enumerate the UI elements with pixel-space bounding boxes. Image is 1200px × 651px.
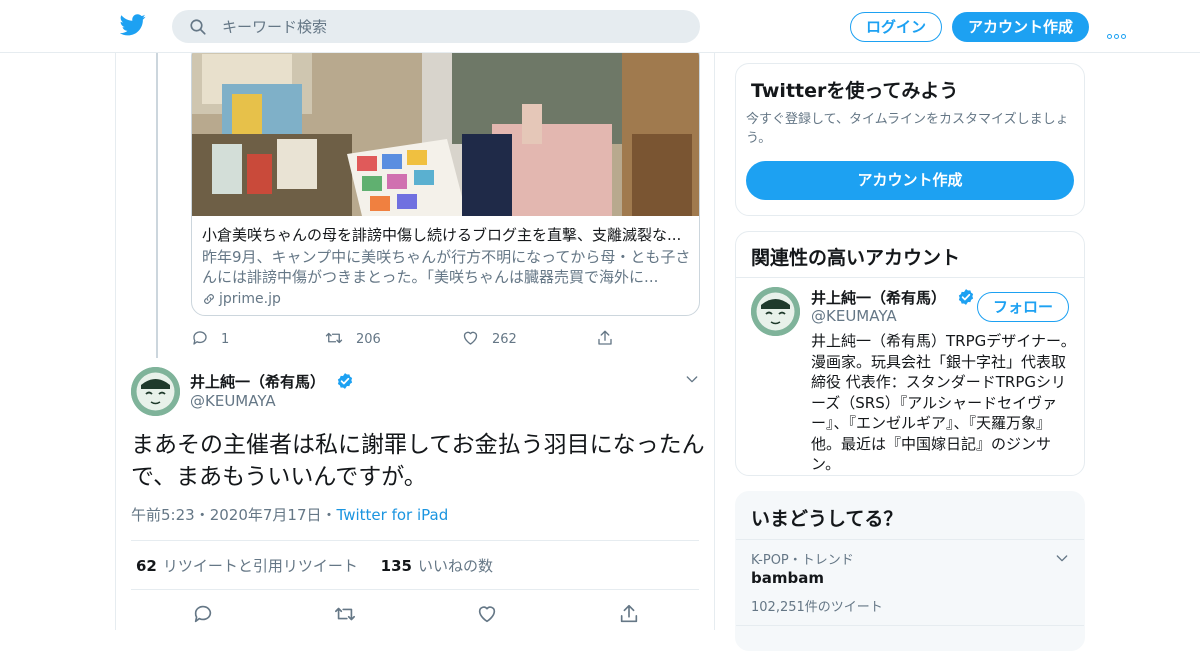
tweet-actions (116, 603, 714, 629)
signup-module: Twitterを使ってみよう 今すぐ登録して、タイムラインをカスタマイズしましょ… (735, 63, 1085, 216)
like-icon (463, 331, 478, 345)
search-input[interactable] (222, 10, 682, 43)
retweet-stats[interactable]: 62 リツイートと引用リツイート (136, 557, 358, 575)
reply-icon (193, 331, 207, 345)
signup-module-subtitle: 今すぐ登録して、タイムラインをカスタマイズしましょう。 (746, 112, 1069, 146)
card-body: 小倉美咲ちゃんの母を誹謗中傷し続けるブログ主を直撃、支離滅裂な... 昨年9月、… (202, 225, 692, 308)
avatar[interactable] (131, 367, 180, 416)
divider (131, 540, 699, 541)
related-account-bio: 井上純一（希有馬）TRPGデザイナー。漫画家。玩具会社「銀十字社」代表取締役 代… (811, 332, 1076, 473)
card-image (192, 53, 699, 216)
search-icon (190, 19, 206, 35)
twitter-logo-icon[interactable] (119, 14, 146, 36)
signup-module-button[interactable]: アカウント作成 (746, 161, 1074, 200)
follow-button[interactable]: フォロー (977, 292, 1069, 322)
retweet-action[interactable]: 206 (324, 329, 381, 349)
like-stats[interactable]: 135 いいねの数 (381, 557, 493, 575)
card-domain: jprime.jp (219, 291, 281, 307)
related-account-name-row[interactable]: 井上純一（希有馬） (811, 287, 975, 308)
card-domain-row: jprime.jp (202, 290, 692, 308)
like-button[interactable] (476, 603, 498, 629)
reply-button[interactable] (192, 603, 214, 629)
tweet-column: 小倉美咲ちゃんの母を誹謗中傷し続けるブログ主を直撃、支離滅裂な... 昨年9月、… (115, 53, 715, 630)
previous-tweet-actions: 1 206 262 (191, 329, 641, 349)
related-accounts-title: 関連性の高いアカウント (751, 247, 961, 269)
top-bar: ログイン アカウント作成 (0, 0, 1200, 53)
retweet-stat-label: リツイートと引用リツイート (162, 557, 358, 575)
author-name[interactable]: 井上純一（希有馬） (190, 373, 325, 391)
link-icon (204, 294, 214, 304)
search-bar[interactable] (172, 10, 700, 43)
share-icon (598, 330, 612, 345)
retweet-icon (335, 607, 355, 621)
card-title[interactable]: 小倉美咲ちゃんの母を誹謗中傷し続けるブログ主を直撃、支離滅裂な... (202, 225, 692, 245)
trends-module: いまどうしてる？ K-POP・トレンド bambam 102,251件のツイート (735, 491, 1085, 651)
retweet-count: 206 (356, 332, 381, 347)
like-stat-count: 135 (380, 557, 412, 575)
tweet-time[interactable]: 午前5:23 (131, 506, 195, 524)
author-name-row[interactable]: 井上純一（希有馬） (190, 371, 354, 392)
author-handle[interactable]: @KEUMAYA (190, 392, 276, 410)
reply-action[interactable]: 1 (191, 329, 229, 349)
tweet-date[interactable]: 2020年7月17日 (210, 506, 322, 524)
share-button[interactable] (618, 603, 640, 629)
share-icon (620, 604, 638, 623)
reply-count: 1 (221, 332, 230, 347)
related-account-handle[interactable]: @KEUMAYA (811, 307, 897, 325)
tweet-stats: 62 リツイートと引用リツイート 135 いいねの数 (136, 555, 511, 576)
divider (736, 625, 1084, 626)
related-account-name[interactable]: 井上純一（希有馬） (811, 289, 946, 307)
retweet-icon (325, 332, 343, 344)
chevron-down-icon[interactable] (1054, 550, 1070, 570)
trends-title: いまどうしてる？ (751, 508, 903, 530)
login-button[interactable]: ログイン (850, 12, 942, 42)
retweet-stat-count: 62 (136, 557, 157, 575)
chevron-down-icon[interactable] (684, 371, 700, 391)
trend-context: K-POP・トレンド (751, 553, 854, 568)
link-card[interactable]: 小倉美咲ちゃんの母を誹謗中傷し続けるブログ主を直撃、支離滅裂な... 昨年9月、… (191, 53, 700, 316)
divider (131, 589, 699, 590)
trend-tweet-count: 102,251件のツイート (751, 600, 883, 615)
avatar[interactable] (751, 287, 800, 336)
tweet-text: まあその主催者は私に謝罪してお金払う羽目になったんで、まあもういいんですが。 (131, 432, 705, 490)
like-stat-label: いいねの数 (417, 557, 493, 575)
reply-icon (194, 605, 212, 623)
signup-module-title: Twitterを使ってみよう (751, 80, 959, 102)
meta-separator: ・ (321, 506, 337, 524)
like-count: 262 (492, 332, 517, 347)
related-accounts-module: 関連性の高いアカウント 井上純一（希有馬） @KEUMAYA フォロー 井上純一… (735, 231, 1085, 476)
signup-button[interactable]: アカウント作成 (952, 12, 1089, 42)
divider (736, 539, 1084, 540)
meta-separator: ・ (194, 506, 210, 524)
divider (736, 277, 1084, 278)
like-icon (478, 606, 496, 623)
share-action[interactable] (596, 329, 626, 349)
tweet-meta: 午前5:23・2020年7月17日・Twitter for iPad (131, 504, 448, 525)
retweet-button[interactable] (333, 603, 357, 629)
verified-icon (959, 289, 974, 305)
more-icon[interactable] (1107, 24, 1131, 39)
trend-name[interactable]: bambam (751, 569, 824, 587)
card-description: 昨年9月、キャンプ中に美咲ちゃんが行方不明になってから母・とも子さんには誹謗中傷… (202, 248, 691, 286)
thread-line (156, 53, 158, 358)
tweet-source[interactable]: Twitter for iPad (337, 506, 449, 524)
verified-icon (338, 373, 353, 389)
like-action[interactable]: 262 (461, 329, 517, 349)
